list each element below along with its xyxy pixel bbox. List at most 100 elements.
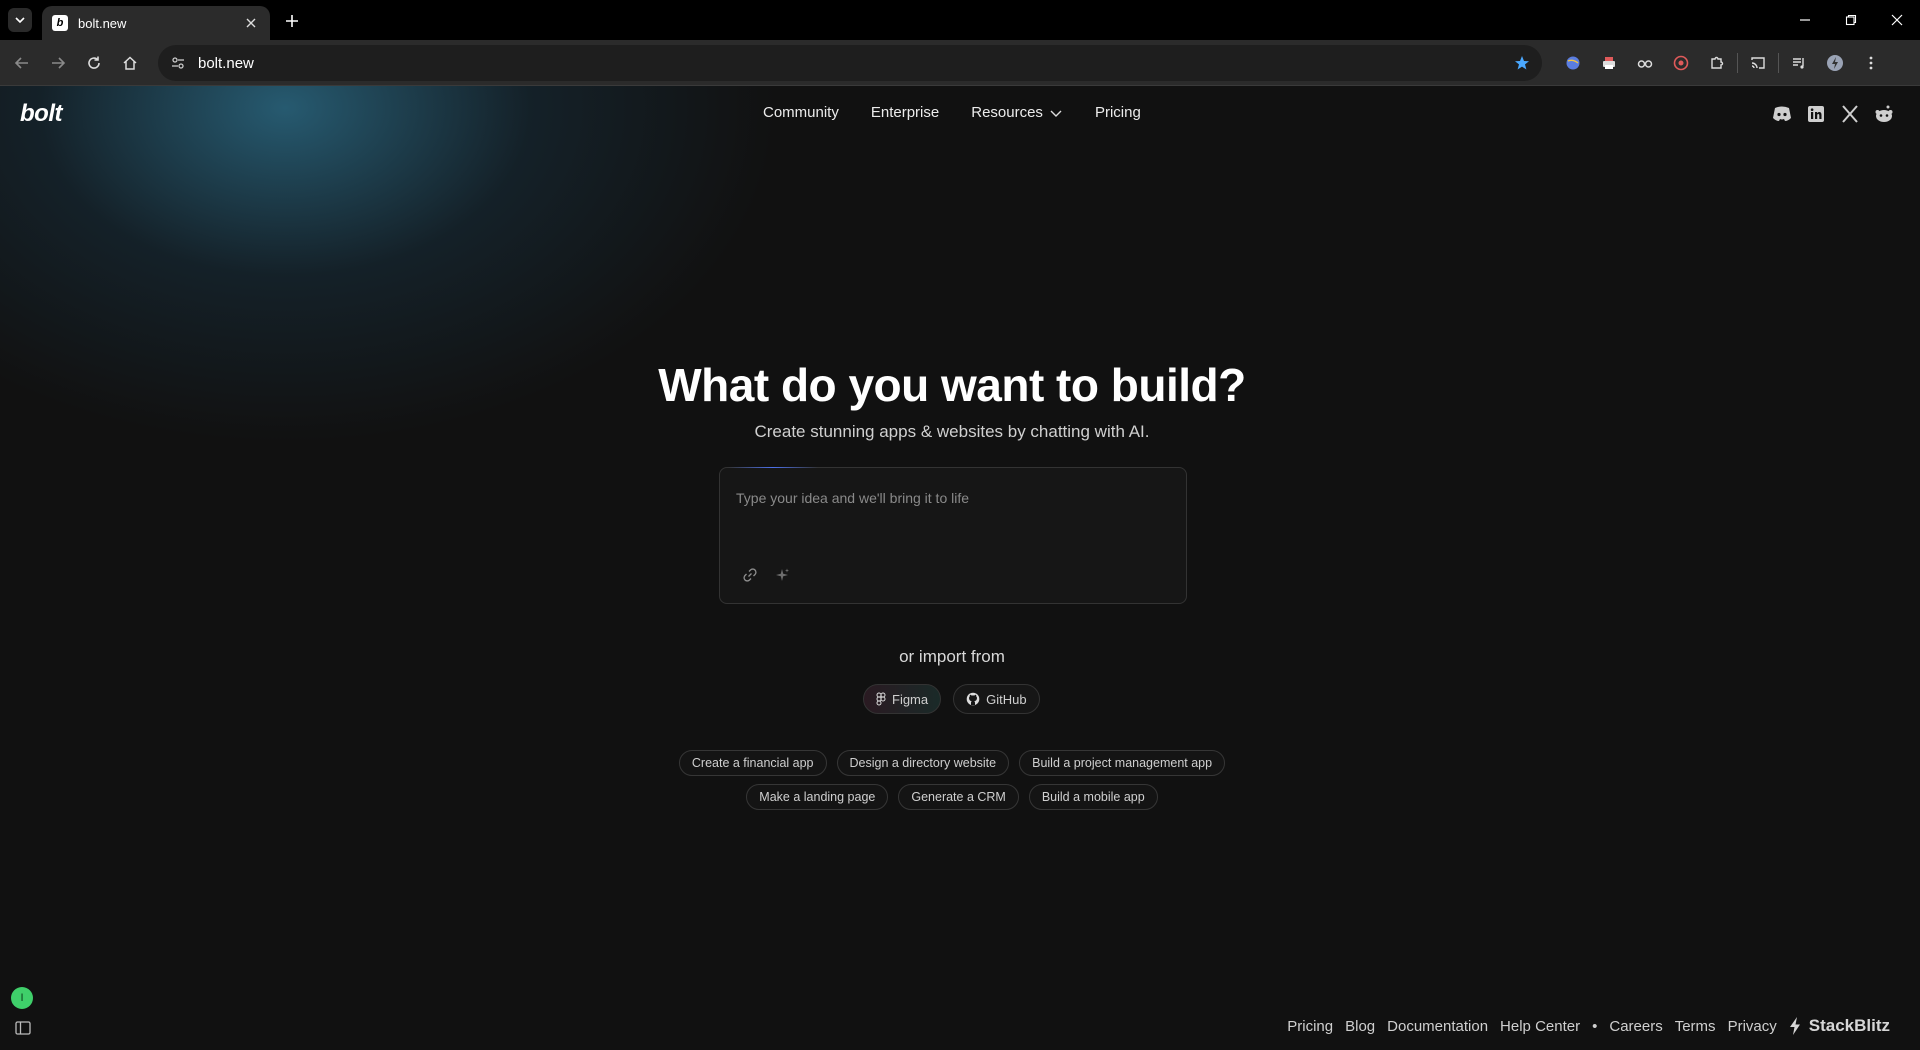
discord-icon	[1773, 106, 1791, 121]
suggestion-chip[interactable]: Build a project management app	[1019, 750, 1226, 776]
nav-enterprise[interactable]: Enterprise	[871, 104, 939, 121]
stackblitz-label: StackBlitz	[1808, 1016, 1890, 1035]
window-controls	[1782, 0, 1920, 40]
suggestion-chip[interactable]: Create a financial app	[678, 750, 827, 776]
nav-resources-label: Resources	[971, 104, 1043, 121]
restore-icon	[1845, 14, 1857, 26]
profile-button[interactable]	[1817, 45, 1853, 81]
media-controls-button[interactable]	[1781, 45, 1817, 81]
close-icon	[246, 18, 256, 28]
linkedin-link[interactable]	[1804, 102, 1828, 126]
page-viewport: bolt Community Enterprise Resources Pric…	[0, 86, 1920, 1050]
arrow-right-icon	[52, 56, 66, 69]
github-icon	[966, 692, 980, 706]
footer-careers-link[interactable]: Careers	[1609, 1018, 1662, 1035]
browser-tab-strip: b bolt.new	[0, 0, 1920, 40]
import-github-label: GitHub	[986, 691, 1027, 707]
profile-avatar-icon	[1827, 55, 1843, 71]
attach-button[interactable]	[740, 565, 760, 585]
discord-link[interactable]	[1770, 102, 1794, 126]
back-button[interactable]	[4, 45, 40, 81]
tab-search-button[interactable]	[8, 8, 32, 32]
nav-pricing[interactable]: Pricing	[1095, 104, 1141, 121]
home-icon	[123, 55, 137, 70]
glasses-extension-icon	[1637, 60, 1653, 68]
footer-separator: •	[1592, 1017, 1598, 1035]
printer-extension-icon	[1603, 57, 1615, 69]
minimize-icon	[1800, 19, 1810, 21]
reddit-link[interactable]	[1872, 102, 1896, 126]
suggestion-row: Create a financial app Design a director…	[0, 750, 1904, 776]
url-text[interactable]: bolt.new	[198, 55, 1514, 72]
suggestion-chip[interactable]: Make a landing page	[746, 784, 889, 810]
close-icon	[1891, 14, 1903, 26]
social-links	[1760, 102, 1896, 126]
cast-icon	[1751, 57, 1765, 69]
extension-target-button[interactable]	[1663, 45, 1699, 81]
extensions-menu-button[interactable]	[1699, 45, 1735, 81]
sidebar-icon	[15, 1021, 31, 1035]
footer-terms-link[interactable]: Terms	[1675, 1018, 1716, 1035]
chevron-down-icon	[1050, 110, 1062, 117]
hero-subtitle: Create stunning apps & websites by chatt…	[754, 422, 1150, 441]
footer-documentation-link[interactable]: Documentation	[1387, 1018, 1488, 1035]
import-label: or import from	[899, 647, 1005, 666]
restore-button[interactable]	[1828, 0, 1874, 40]
plus-icon	[286, 15, 298, 27]
suggestion-row: Make a landing page Generate a CRM Build…	[0, 784, 1904, 810]
address-bar[interactable]: bolt.new	[158, 45, 1542, 81]
browser-menu-button[interactable]	[1853, 45, 1889, 81]
toolbar-divider	[1737, 53, 1738, 73]
x-icon	[1842, 105, 1858, 123]
globe-extension-icon	[1566, 56, 1580, 70]
bookmark-star-icon[interactable]	[1514, 55, 1530, 71]
footer-privacy-link[interactable]: Privacy	[1728, 1018, 1777, 1035]
footer-help-center-link[interactable]: Help Center	[1500, 1018, 1580, 1035]
reload-button[interactable]	[76, 45, 112, 81]
linkedin-icon	[1808, 106, 1824, 122]
nav-community[interactable]: Community	[763, 104, 839, 121]
cast-button[interactable]	[1740, 45, 1776, 81]
bolt-favicon-icon: b	[52, 15, 68, 31]
suggestion-chip[interactable]: Design a directory website	[836, 750, 1010, 776]
import-figma-button[interactable]: Figma	[863, 684, 942, 714]
close-tab-button[interactable]	[242, 14, 260, 32]
sparkles-icon	[776, 568, 789, 581]
prompt-input[interactable]	[736, 486, 1166, 510]
site-header: bolt Community Enterprise Resources Pric…	[0, 86, 1920, 142]
enhance-prompt-button[interactable]	[772, 565, 792, 585]
figma-icon	[876, 692, 886, 706]
browser-tab[interactable]: b bolt.new	[42, 6, 270, 40]
user-avatar[interactable]: I	[11, 987, 33, 1009]
suggestion-chip[interactable]: Build a mobile app	[1028, 784, 1158, 810]
prompt-box	[719, 467, 1187, 604]
footer: Pricing Blog Documentation Help Center •…	[1275, 1016, 1890, 1036]
suggestion-chip[interactable]: Generate a CRM	[898, 784, 1019, 810]
home-button[interactable]	[112, 45, 148, 81]
stackblitz-link[interactable]: StackBlitz	[1789, 1016, 1890, 1036]
extension-globe-button[interactable]	[1555, 45, 1591, 81]
forward-button[interactable]	[40, 45, 76, 81]
reload-icon	[88, 56, 100, 69]
extension-glasses-button[interactable]	[1627, 45, 1663, 81]
close-window-button[interactable]	[1874, 0, 1920, 40]
import-github-button[interactable]: GitHub	[953, 684, 1040, 714]
puzzle-icon	[1711, 56, 1724, 69]
sidebar-toggle-button[interactable]	[14, 1020, 32, 1036]
bolt-logo[interactable]: bolt	[20, 100, 62, 128]
new-tab-button[interactable]	[280, 9, 304, 33]
footer-pricing-link[interactable]: Pricing	[1287, 1018, 1333, 1035]
x-link[interactable]	[1838, 102, 1862, 126]
arrow-left-icon	[14, 56, 28, 69]
link-icon	[743, 568, 757, 582]
footer-blog-link[interactable]: Blog	[1345, 1018, 1375, 1035]
lightning-bolt-icon	[1789, 1017, 1801, 1035]
minimize-button[interactable]	[1782, 0, 1828, 40]
main-nav: Community Enterprise Resources Pricing	[763, 104, 1141, 121]
nav-resources[interactable]: Resources	[971, 104, 1063, 121]
extensions-area	[1555, 45, 1889, 81]
site-info-icon[interactable]	[170, 55, 186, 71]
reddit-icon	[1875, 105, 1893, 122]
more-vertical-icon	[1869, 56, 1873, 70]
extension-printer-button[interactable]	[1591, 45, 1627, 81]
